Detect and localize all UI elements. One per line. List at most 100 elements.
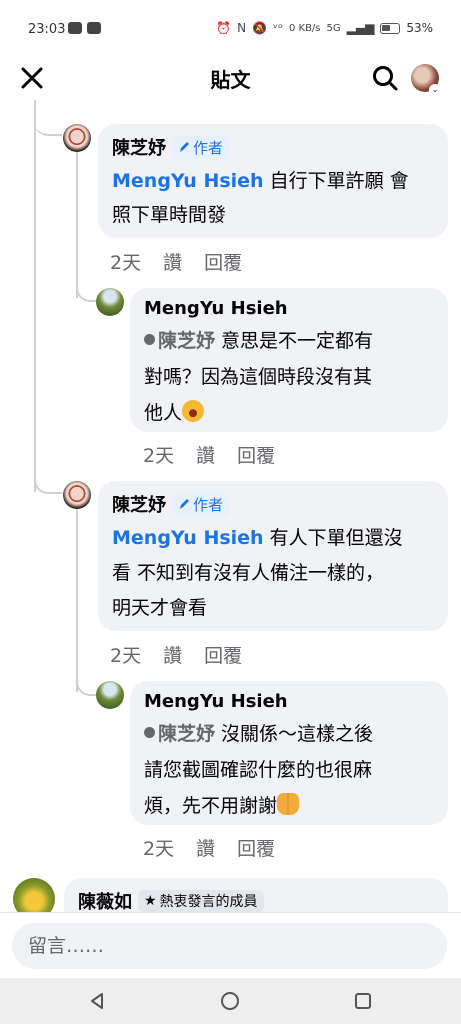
mention-icon <box>144 727 155 738</box>
reply-button[interactable]: 回覆 <box>204 641 242 668</box>
comment-line: 看 不知到有沒有人備注一樣的， <box>112 562 385 584</box>
battery-icon <box>380 22 401 34</box>
author-name[interactable]: MengYu Hsieh <box>144 691 288 712</box>
comment-line: 有人下單但還沒 <box>263 527 403 549</box>
comment-bubble[interactable]: MengYu Hsieh 陳芝妤 意思是不一定都有 對嗎？因為這個時段沒有其 他… <box>130 288 448 432</box>
volte-icon: ᵛᵒ <box>273 21 283 35</box>
reply-button[interactable]: 回覆 <box>204 248 242 275</box>
comment-actions: 2天 讚 回覆 <box>143 441 275 468</box>
system-nav-bar <box>0 978 461 1024</box>
laughing-emoji-icon <box>182 399 205 422</box>
comment-actions: 2天 讚 回覆 <box>143 834 275 861</box>
comment-author[interactable]: 陳芝妤 作者 <box>112 134 434 160</box>
status-right: ⏰ N 🔕 ᵛᵒ 0 KB/s 5G ▂▄▆ 53% <box>216 21 433 35</box>
reply-button[interactable]: 回覆 <box>237 834 275 861</box>
status-time: 23:03 <box>28 22 66 37</box>
author-name[interactable]: 陳芝妤 <box>112 491 166 517</box>
comment-line: 煩，先不用謝謝 <box>144 795 278 817</box>
comment-bubble[interactable]: 陳芝妤 作者 MengYu Hsieh 有人下單但還沒 看 不知到有沒有人備注一… <box>98 481 448 631</box>
comment-line: 照下單時間發 <box>112 204 227 226</box>
comment-line: 自行下單許願 會 <box>263 170 409 192</box>
comment-author[interactable]: MengYu Hsieh <box>144 691 434 712</box>
comment-author[interactable]: 陳芝妤 作者 <box>112 491 434 517</box>
avatar[interactable] <box>63 481 91 509</box>
comment-author[interactable]: MengYu Hsieh <box>144 298 434 319</box>
status-bar: 23:03 ⏰ N 🔕 ᵛᵒ 0 KB/s 5G ▂▄▆ 53% <box>0 0 461 56</box>
comment-time: 2天 <box>143 445 175 467</box>
recents-square-icon <box>355 993 371 1009</box>
back-triangle-icon <box>91 993 103 1009</box>
comment-line: 沒關係～這樣之後 <box>215 723 374 745</box>
comment-time: 2天 <box>110 645 142 667</box>
comment-composer: 留言…… <box>0 912 461 978</box>
comment-text: MengYu Hsieh 自行下單許願 會 照下單時間發 <box>112 164 434 232</box>
comment-line: 對嗎？因為這個時段沒有其 <box>144 366 373 388</box>
like-button[interactable]: 讚 <box>196 834 215 861</box>
avatar[interactable] <box>63 124 91 152</box>
app-header: 貼文 ⌄ <box>0 56 461 100</box>
nfc-icon: N <box>237 21 247 35</box>
chevron-down-icon: ⌄ <box>429 84 441 96</box>
mention-link[interactable]: MengYu Hsieh <box>112 170 264 192</box>
thread-connector <box>34 470 62 494</box>
comment-actions: 2天 讚 回覆 <box>110 248 242 275</box>
thread-line <box>34 100 36 492</box>
pencil-icon <box>180 142 189 152</box>
signal-icon: ▂▄▆ <box>346 21 375 35</box>
recents-button[interactable] <box>348 986 378 1016</box>
author-name[interactable]: MengYu Hsieh <box>144 298 288 319</box>
thread-line <box>76 508 78 692</box>
youtube-icon <box>87 22 101 34</box>
avatar[interactable] <box>96 681 124 709</box>
notification-icons <box>68 22 101 34</box>
pencil-icon <box>180 499 189 509</box>
network-speed: 0 KB/s <box>288 22 321 34</box>
home-circle-icon <box>221 992 239 1010</box>
line-app-icon <box>68 22 82 34</box>
mention-link[interactable]: 陳芝妤 <box>158 723 215 745</box>
star-icon: ★ <box>144 893 157 909</box>
mention-link[interactable]: 陳芝妤 <box>158 330 215 352</box>
avatar[interactable] <box>96 288 124 316</box>
comment-bubble[interactable]: MengYu Hsieh 陳芝妤 沒關係～這樣之後 請您截圖確認什麼的也很麻 煩… <box>130 681 448 825</box>
comment-line: 請您截圖確認什麼的也很麻 <box>144 759 373 781</box>
comment-line: 意思是不一定都有 <box>215 330 374 352</box>
search-button[interactable] <box>369 62 401 94</box>
comment-bubble[interactable]: 陳芝妤 作者 MengYu Hsieh 自行下單許願 會 照下單時間發 <box>98 124 448 238</box>
comment-actions: 2天 讚 回覆 <box>110 641 242 668</box>
comment-line: 他人 <box>144 402 183 424</box>
author-name[interactable]: 陳芝妤 <box>112 134 166 160</box>
mute-icon: 🔕 <box>252 21 267 35</box>
comment-text: 陳芝妤 沒關係～這樣之後 請您截圖確認什麼的也很麻 煩，先不用謝謝 <box>144 716 434 824</box>
author-badge: 作者 <box>172 492 230 516</box>
mention-link[interactable]: MengYu Hsieh <box>112 527 264 549</box>
comment-time: 2天 <box>143 838 175 860</box>
search-icon <box>373 66 398 91</box>
comment-text: MengYu Hsieh 有人下單但還沒 看 不知到有沒有人備注一樣的， 明天才… <box>112 521 434 626</box>
battery-percent: 53% <box>406 21 433 35</box>
thread-connector <box>34 104 62 136</box>
thread-line <box>76 150 78 298</box>
comment-text: 陳芝妤 意思是不一定都有 對嗎？因為這個時段沒有其 他人 <box>144 323 434 431</box>
folded-hands-emoji-icon <box>277 792 300 815</box>
network-type: 5G <box>326 22 341 34</box>
alarm-icon: ⏰ <box>216 21 232 35</box>
comment-time: 2天 <box>110 252 142 274</box>
comment-line: 明天才會看 <box>112 597 208 619</box>
author-name[interactable]: 陳薇如 <box>78 888 132 914</box>
comment-input[interactable]: 留言…… <box>12 923 447 969</box>
badge-label: 熱衷發言的成員 <box>159 894 258 910</box>
like-button[interactable]: 讚 <box>196 441 215 468</box>
badge-label: 作者 <box>193 138 224 157</box>
back-button[interactable] <box>82 986 112 1016</box>
member-badge: ★ 熱衷發言的成員 <box>138 890 264 912</box>
thread-connector <box>76 278 96 302</box>
like-button[interactable]: 讚 <box>163 248 182 275</box>
thread-connector <box>76 672 96 696</box>
reply-button[interactable]: 回覆 <box>237 441 275 468</box>
author-badge: 作者 <box>172 135 230 159</box>
home-button[interactable] <box>215 986 245 1016</box>
comment-author[interactable]: 陳薇如 ★ 熱衷發言的成員 <box>78 888 434 914</box>
mention-icon <box>144 334 155 345</box>
like-button[interactable]: 讚 <box>163 641 182 668</box>
